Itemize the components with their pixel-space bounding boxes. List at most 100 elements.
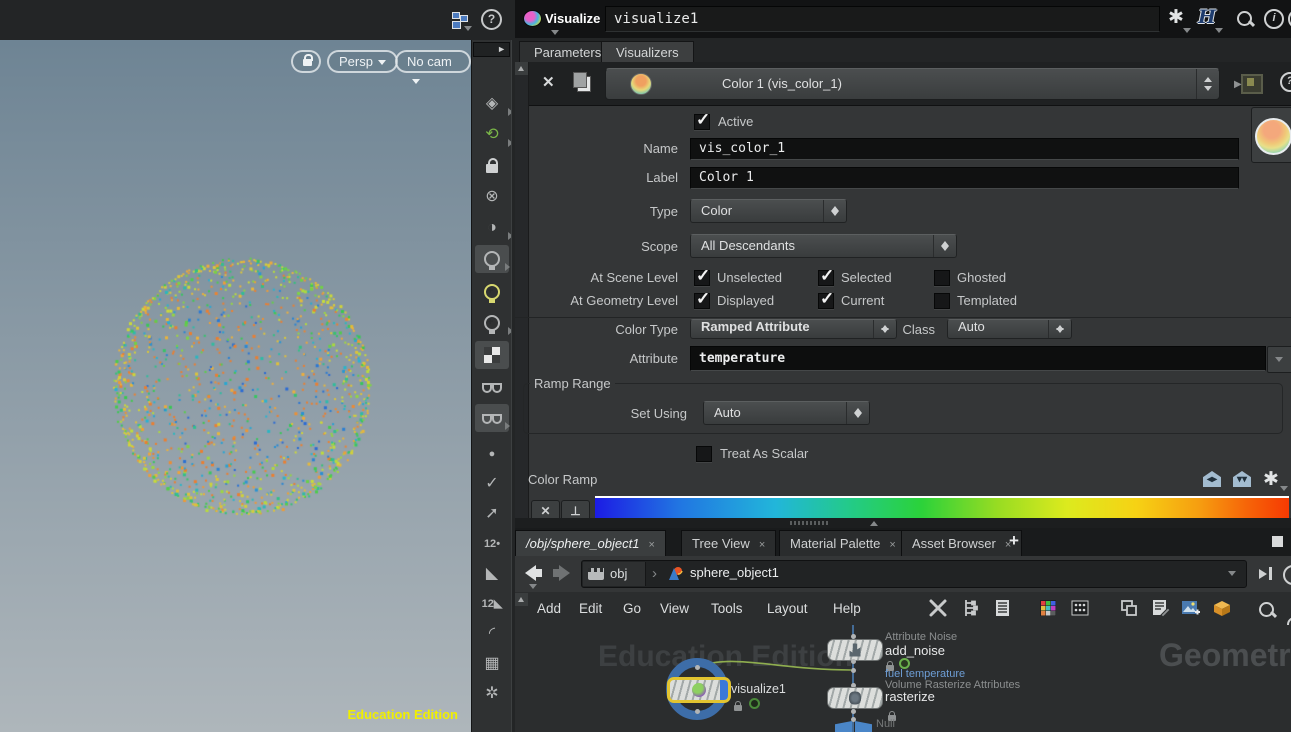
display-points-icon[interactable]: ● [472, 440, 512, 468]
new-tab-button[interactable]: + [1009, 531, 1019, 551]
node-add-noise[interactable] [827, 639, 883, 661]
smooth-shaded-icon[interactable] [472, 373, 512, 401]
help-icon[interactable]: ? [1280, 72, 1291, 92]
camera-select-button[interactable]: No cam [395, 50, 471, 73]
color-palette-icon[interactable] [1037, 597, 1059, 619]
back-icon[interactable] [525, 565, 536, 581]
close-icon[interactable]: × [648, 539, 654, 551]
scroll-up-icon[interactable] [515, 593, 528, 606]
history-chevron-icon[interactable] [529, 584, 537, 589]
grid-options-icon[interactable] [1069, 597, 1091, 619]
close-icon[interactable]: × [759, 539, 765, 551]
ramp-copy-icon[interactable]: ▾▾ [1233, 471, 1251, 487]
no-lighting-icon[interactable]: ⊗ [472, 183, 512, 211]
network-path-field[interactable]: obj › sphere_object1 [581, 560, 1247, 588]
search-icon[interactable] [1237, 11, 1252, 26]
treat-as-scalar-checkbox[interactable] [696, 446, 712, 462]
tab-asset-browser[interactable]: Asset Browser× [901, 530, 1022, 557]
primitive-numbers-icon[interactable]: 12◣ [472, 590, 512, 618]
camera-lock-button[interactable] [291, 50, 321, 73]
path-dropdown-icon[interactable] [1228, 571, 1236, 576]
view-layout-icon[interactable]: ◈ [472, 90, 512, 118]
houdini-logo-icon[interactable]: H [1198, 6, 1216, 28]
copy-visualizer-icon[interactable] [577, 76, 591, 92]
color-ramp-gradient[interactable] [595, 496, 1289, 518]
ramp-flip-icon[interactable]: ◂▸ [1203, 471, 1221, 487]
tab-visualizers[interactable]: Visualizers [601, 41, 694, 63]
ghosted-checkbox[interactable] [934, 270, 950, 286]
normal-lighting-icon[interactable] [475, 245, 509, 273]
label-input[interactable]: Color 1 [690, 167, 1239, 189]
chevron-up-icon[interactable] [870, 521, 878, 526]
display-mode-icon[interactable] [475, 404, 509, 432]
attribute-input[interactable]: temperature [690, 346, 1266, 371]
desktop-layout-icon[interactable] [450, 10, 470, 30]
gear-icon[interactable]: ✱ [1263, 468, 1279, 491]
type-dropdown[interactable]: Color [690, 199, 847, 223]
lock-camera-icon[interactable] [472, 152, 512, 180]
help-icon[interactable]: ? [481, 9, 502, 30]
active-checkbox[interactable] [694, 114, 710, 130]
menu-view[interactable]: View [660, 592, 689, 625]
menu-layout[interactable]: Layout [767, 592, 808, 625]
node-label[interactable]: add_noise [885, 643, 945, 658]
scope-dropdown[interactable]: All Descendants [690, 234, 957, 258]
node-label[interactable]: visualize1 [731, 682, 786, 696]
node-output-dot[interactable] [695, 709, 700, 714]
displayed-checkbox[interactable] [694, 293, 710, 309]
tab-network-path[interactable]: /obj/sphere_object1× [515, 530, 666, 557]
menu-help[interactable]: Help [833, 592, 861, 625]
menu-edit[interactable]: Edit [579, 592, 602, 625]
horizontal-pane-divider[interactable] [515, 518, 1291, 528]
add-image-icon[interactable] [1179, 597, 1201, 619]
remove-visualizer-icon[interactable]: ✕ [542, 73, 555, 91]
menu-tools[interactable]: Tools [711, 592, 743, 625]
pin-pane-icon[interactable] [1259, 566, 1273, 580]
tab-tree-view[interactable]: Tree View× [681, 530, 776, 557]
asset-box-icon[interactable] [1211, 597, 1233, 619]
point-normals-icon[interactable]: ✓ [472, 470, 512, 498]
visualizer-preview-button[interactable] [1251, 107, 1291, 163]
tools-icon[interactable] [927, 597, 949, 619]
name-input[interactable]: vis_color_1 [690, 138, 1239, 160]
maximize-pane-icon[interactable] [1272, 536, 1283, 547]
menu-add[interactable]: Add [537, 592, 561, 625]
network-editor[interactable]: Education Edition Geometry visualize1 At… [515, 625, 1291, 732]
spinner-icon[interactable] [1196, 69, 1219, 99]
high-quality-display-icon[interactable] [475, 341, 509, 369]
view-type-button[interactable]: Persp [327, 50, 398, 73]
pane-type-label[interactable]: Visualize [545, 11, 600, 26]
node-path-input[interactable]: visualize1 [605, 6, 1160, 32]
display-handles-icon[interactable]: ▦ [472, 650, 512, 678]
tree-controls-icon[interactable] [959, 597, 981, 619]
primitive-normals-icon[interactable]: ◣ [472, 560, 512, 588]
visualizer-dropdown[interactable]: Color 1 (vis_color_1) [605, 68, 1220, 100]
scroll-up-icon[interactable] [515, 62, 528, 75]
add-environment-light-icon[interactable]: + [472, 309, 512, 337]
menu-go[interactable]: Go [623, 592, 641, 625]
path-root-segment[interactable]: obj [583, 562, 646, 586]
scroll-down-icon[interactable]: ▼ [472, 728, 512, 732]
visualize-pane-icon[interactable] [523, 10, 542, 27]
vector-display-icon[interactable]: ✲ [472, 680, 512, 708]
profile-curves-icon[interactable]: ◜ [472, 620, 512, 648]
set-using-dropdown[interactable]: Auto [703, 401, 870, 425]
window-layout-icon[interactable] [1118, 597, 1140, 619]
search-icon[interactable] [1259, 602, 1274, 617]
class-dropdown[interactable]: Auto [947, 319, 1072, 339]
node-output-dot[interactable] [851, 659, 856, 664]
attribute-menu-button[interactable] [1267, 346, 1291, 373]
add-light-icon[interactable]: + [472, 278, 512, 306]
current-checkbox[interactable] [818, 293, 834, 309]
gear-icon[interactable]: ✱ [1168, 8, 1184, 28]
templated-checkbox[interactable] [934, 293, 950, 309]
node-flag-blue[interactable] [720, 680, 728, 700]
point-pin-icon[interactable]: ➚ [472, 500, 512, 528]
node-bypass-icon[interactable] [749, 698, 760, 709]
close-icon[interactable]: × [889, 539, 895, 551]
node-visualize1[interactable] [667, 677, 731, 703]
tab-material-palette[interactable]: Material Palette× [779, 530, 907, 557]
select-visualizers-icon[interactable]: ⟲ [472, 121, 512, 149]
list-view-icon[interactable] [991, 597, 1013, 619]
node-rasterize[interactable] [827, 687, 883, 709]
